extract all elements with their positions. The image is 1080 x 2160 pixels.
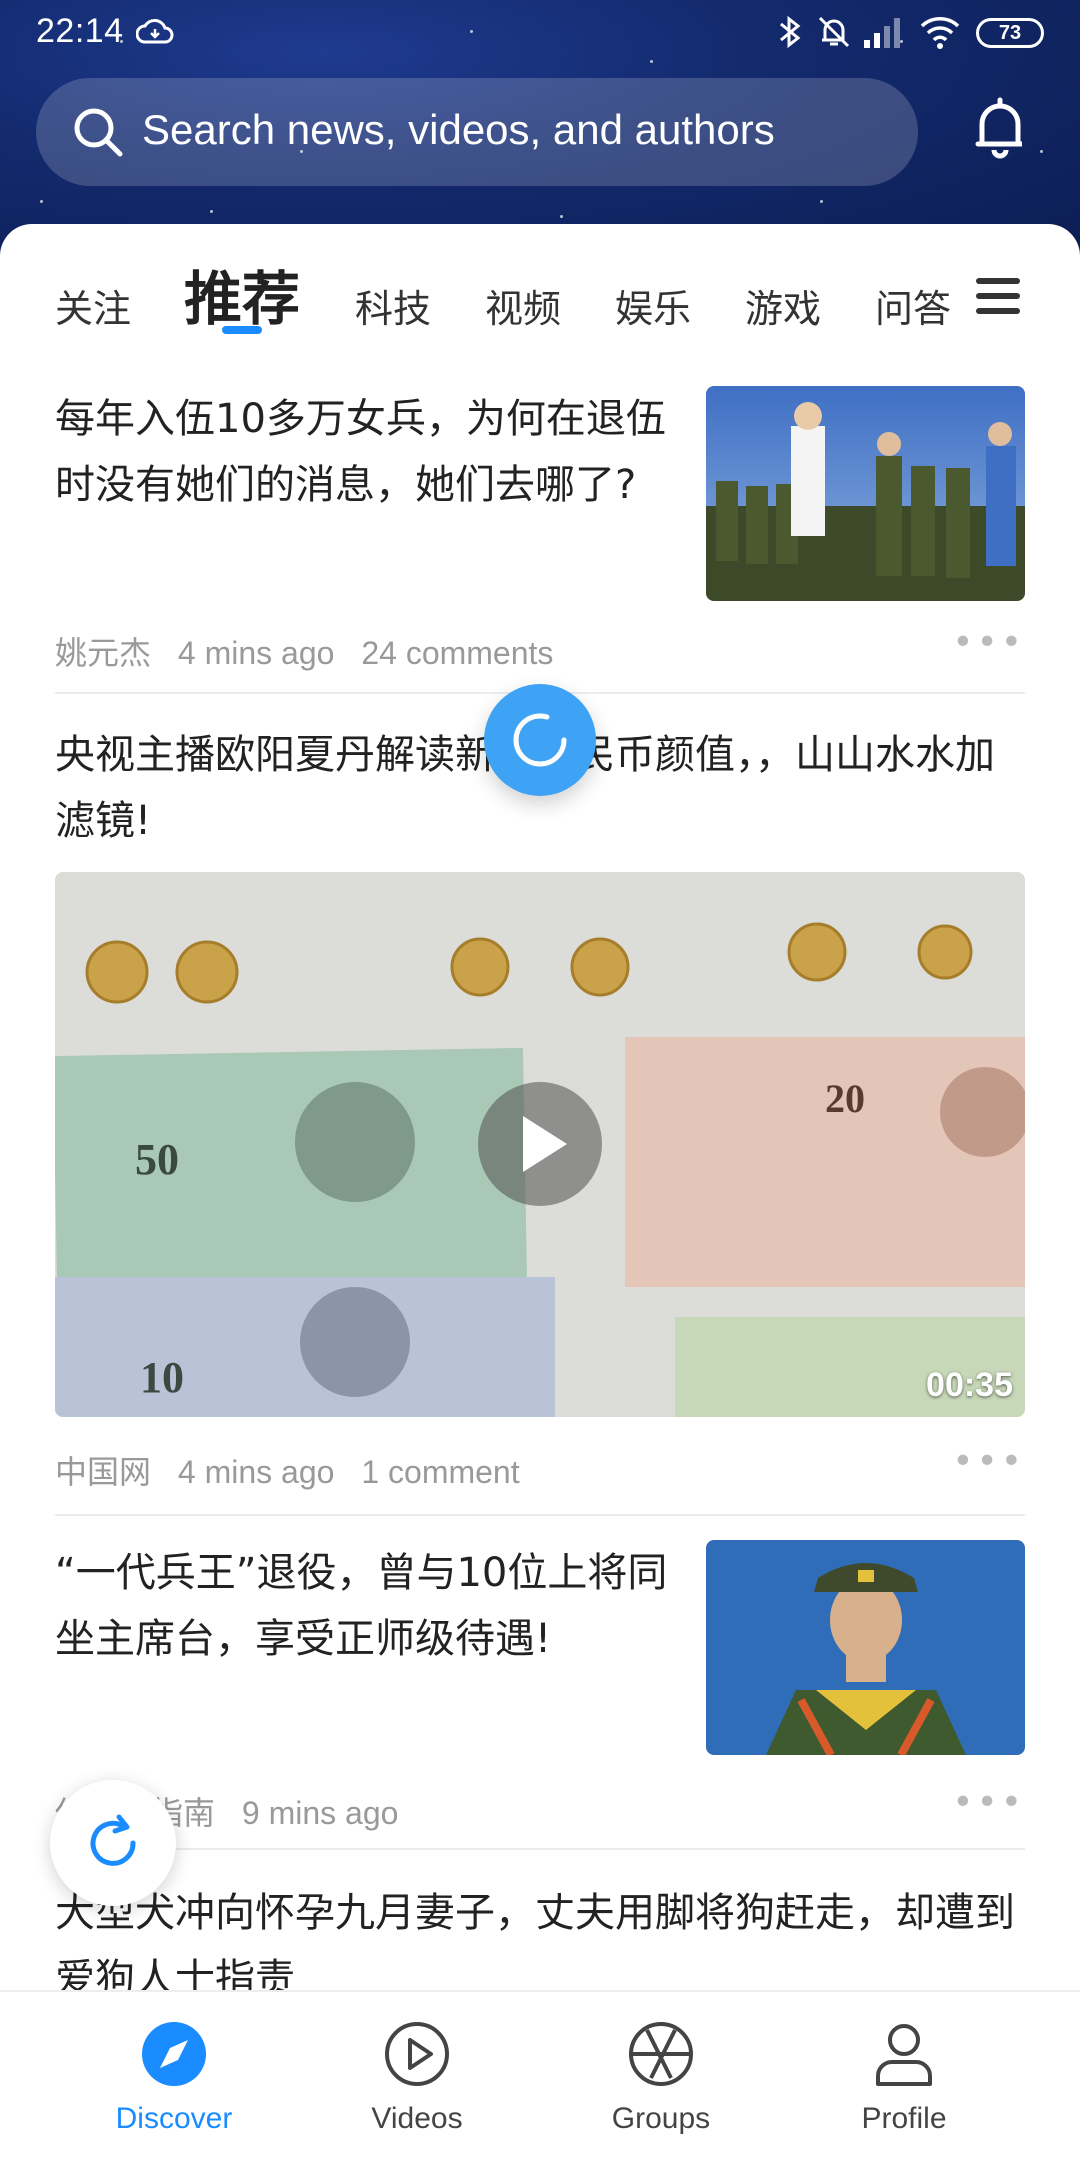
list-item[interactable]: 每年入伍10多万女兵，为何在退伍时没有她们的消息，她们去哪了? 姚元杰 4 mi… <box>55 386 1025 686</box>
status-bar: 22:14 73 <box>0 0 1080 64</box>
refresh-button[interactable] <box>50 1780 176 1906</box>
list-item[interactable]: “一代兵王”退役，曾与10位上将同坐主席台，享受正师级待遇! 佛山照指南 9 m… <box>55 1540 1025 1850</box>
video-thumbnail[interactable]: 50 10 20 00:35 <box>55 872 1025 1417</box>
svg-text:20: 20 <box>825 1076 865 1121</box>
list-item[interactable]: 大型犬冲向怀孕九月妻子，丈夫用脚将狗赶走，却遭到爱狗人士指责 <box>55 1880 1025 1990</box>
more-options-icon[interactable]: ••• <box>952 622 1025 663</box>
divider <box>55 1848 1025 1850</box>
person-icon <box>868 2018 940 2090</box>
aperture-icon <box>625 2018 697 2090</box>
cloud-icon <box>135 18 174 48</box>
article-time: 9 mins ago <box>241 1795 399 1831</box>
tab-entertainment[interactable]: 娱乐 <box>615 278 691 333</box>
tab-recommended[interactable]: 推荐 <box>184 252 300 336</box>
signal-icon <box>862 14 906 54</box>
search-bar[interactable]: Search news, videos, and authors <box>36 78 918 186</box>
svg-text:10: 10 <box>140 1353 184 1402</box>
article-author: 姚元杰 <box>55 635 152 671</box>
header: 22:14 73 Search news, videos, and author… <box>0 0 1080 260</box>
tab-tech[interactable]: 科技 <box>355 278 431 333</box>
status-time: 22:14 <box>36 12 124 50</box>
active-tab-indicator <box>222 326 262 334</box>
wifi-icon <box>918 14 962 54</box>
notification-bell-icon[interactable] <box>970 96 1030 164</box>
tab-games[interactable]: 游戏 <box>745 278 821 333</box>
divider <box>55 1514 1025 1516</box>
article-comments: 24 comments <box>361 635 554 671</box>
svg-text:50: 50 <box>135 1135 179 1184</box>
category-tabs: 关注 推荐 科技 视频 娱乐 游戏 问答 <box>0 224 1080 354</box>
tab-video[interactable]: 视频 <box>485 278 561 333</box>
loading-spinner <box>484 684 596 796</box>
nav-label: Videos <box>371 2102 463 2135</box>
video-duration: 00:35 <box>926 1366 1013 1404</box>
nav-videos[interactable]: Videos <box>317 1992 517 2160</box>
search-icon <box>72 106 124 162</box>
feed-panel: 关注 推荐 科技 视频 娱乐 游戏 问答 每年入伍10多万女兵，为何在退伍时没有… <box>0 224 1080 1990</box>
nav-label: Discover <box>115 2102 233 2135</box>
nav-groups[interactable]: Groups <box>561 1992 761 2160</box>
play-circle-icon <box>381 2018 453 2090</box>
menu-icon[interactable] <box>976 276 1020 320</box>
article-title: “一代兵王”退役，曾与10位上将同坐主席台，享受正师级待遇! <box>55 1550 668 1662</box>
tab-follow[interactable]: 关注 <box>55 278 131 333</box>
more-options-icon[interactable]: ••• <box>952 1782 1025 1823</box>
refresh-icon <box>83 1813 143 1877</box>
article-title: 每年入伍10多万女兵，为何在退伍时没有她们的消息，她们去哪了? <box>55 396 666 508</box>
article-time: 4 mins ago <box>177 635 335 671</box>
bluetooth-icon <box>778 14 802 54</box>
nav-label: Profile <box>861 2102 947 2135</box>
search-placeholder: Search news, videos, and authors <box>142 106 775 153</box>
article-thumbnail <box>706 386 1025 601</box>
article-author: 中国网 <box>55 1454 152 1490</box>
mute-bell-icon <box>816 14 852 54</box>
article-time: 4 mins ago <box>177 1454 335 1490</box>
nav-label: Groups <box>611 2102 711 2135</box>
article-title: 大型犬冲向怀孕九月妻子，丈夫用脚将狗赶走，却遭到爱狗人士指责 <box>55 1890 1015 1990</box>
list-item[interactable]: 央视主播欧阳夏丹解读新版人民币颜值，，山山水水加滤镜! 50 10 20 00:… <box>55 722 1025 1492</box>
compass-icon <box>138 2018 210 2090</box>
more-options-icon[interactable]: ••• <box>952 1441 1025 1482</box>
article-thumbnail <box>706 1540 1025 1755</box>
nav-discover[interactable]: Discover <box>74 1992 274 2160</box>
bottom-navigation: Discover Videos Groups Profile <box>0 1990 1080 2160</box>
nav-profile[interactable]: Profile <box>804 1992 1004 2160</box>
article-meta: 中国网 4 mins ago 1 comment <box>55 1447 538 1493</box>
tab-qa[interactable]: 问答 <box>875 278 951 333</box>
battery-indicator: 73 <box>976 18 1044 48</box>
article-comments: 1 comment <box>361 1454 520 1490</box>
article-meta: 姚元杰 4 mins ago 24 comments <box>55 628 571 674</box>
